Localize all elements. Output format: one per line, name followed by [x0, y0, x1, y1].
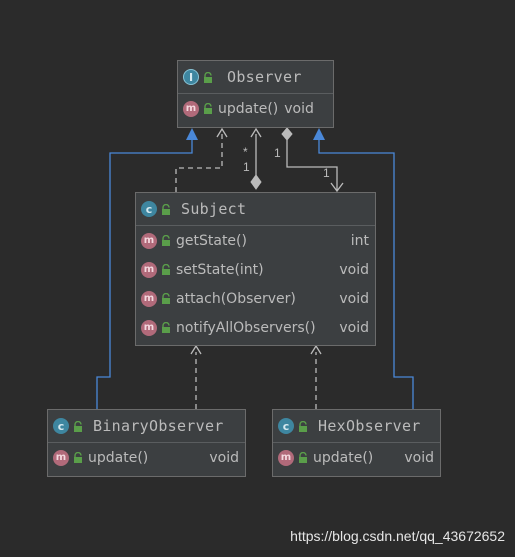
- method-return-type: void: [339, 290, 369, 307]
- hex-observer-header: c HexObserver: [273, 410, 440, 443]
- lock-icon: [203, 71, 213, 83]
- interface-icon: I: [183, 69, 199, 85]
- method-return-type: int: [350, 232, 369, 249]
- class-name: HexObserver: [318, 417, 421, 435]
- aggregation-diamond: [250, 174, 262, 190]
- subject-header: c Subject: [136, 193, 375, 226]
- method-name: setState(int): [176, 261, 264, 278]
- dependency-line-subject-observer: [175, 134, 223, 192]
- observer-header: I Observer: [178, 61, 333, 94]
- method-row[interactable]: m attach(Observer) void: [136, 284, 375, 313]
- method-name: update(): [218, 100, 279, 117]
- method-icon: m: [183, 100, 199, 117]
- method-name: update(): [88, 449, 149, 466]
- method-row[interactable]: m update() void: [48, 443, 245, 472]
- hex-observer-class-box[interactable]: c HexObserver m update() void: [272, 409, 441, 477]
- multiplicity-aggregation-one: 1: [243, 160, 250, 174]
- subject-class-box[interactable]: c Subject m getState() int m setState(in…: [135, 192, 376, 346]
- class-name: Observer: [227, 68, 302, 86]
- method-icon: m: [278, 449, 294, 466]
- method-return-type: void: [339, 319, 369, 336]
- method-return-type: void: [209, 449, 239, 466]
- method-return-type: void: [404, 449, 434, 466]
- method-name: update(): [313, 449, 374, 466]
- lock-icon: [73, 420, 83, 432]
- class-name: Subject: [181, 200, 247, 218]
- lock-icon: [161, 235, 171, 246]
- method-icon: m: [141, 290, 157, 307]
- method-icon: m: [53, 449, 69, 466]
- lock-icon: [161, 322, 171, 333]
- method-row[interactable]: m update() void: [273, 443, 440, 472]
- method-icon: m: [141, 261, 157, 278]
- method-return-type: void: [284, 100, 314, 117]
- method-row[interactable]: m update() void: [178, 94, 333, 123]
- association-line: [286, 140, 338, 190]
- method-return-type: void: [339, 261, 369, 278]
- inheritance-arrowhead-binary: [186, 128, 198, 140]
- multiplicity-star: *: [243, 145, 248, 159]
- class-name: BinaryObserver: [93, 417, 224, 435]
- lock-icon: [298, 452, 308, 463]
- method-row[interactable]: m notifyAllObservers() void: [136, 313, 375, 342]
- multiplicity-association-target: 1: [323, 166, 330, 180]
- class-icon: c: [278, 418, 294, 434]
- method-name: notifyAllObservers(): [176, 319, 316, 336]
- binary-observer-header: c BinaryObserver: [48, 410, 245, 443]
- lock-icon: [203, 103, 213, 114]
- observer-interface-box[interactable]: I Observer m update() void: [177, 60, 334, 128]
- class-icon: c: [53, 418, 69, 434]
- watermark-url: https://blog.csdn.net/qq_43672652: [290, 528, 505, 544]
- method-row[interactable]: m setState(int) void: [136, 255, 375, 284]
- method-name: getState(): [176, 232, 247, 249]
- inheritance-arrowhead-hex: [313, 128, 325, 140]
- method-row[interactable]: m getState() int: [136, 226, 375, 255]
- class-icon: c: [141, 201, 157, 217]
- lock-icon: [161, 264, 171, 275]
- lock-icon: [161, 203, 171, 215]
- method-icon: m: [141, 319, 157, 336]
- method-icon: m: [141, 232, 157, 249]
- lock-icon: [161, 293, 171, 304]
- lock-icon: [298, 420, 308, 432]
- association-diamond: [281, 127, 293, 141]
- method-name: attach(Observer): [176, 290, 296, 307]
- lock-icon: [73, 452, 83, 463]
- binary-observer-class-box[interactable]: c BinaryObserver m update() void: [47, 409, 246, 477]
- multiplicity-association-source: 1: [274, 146, 281, 160]
